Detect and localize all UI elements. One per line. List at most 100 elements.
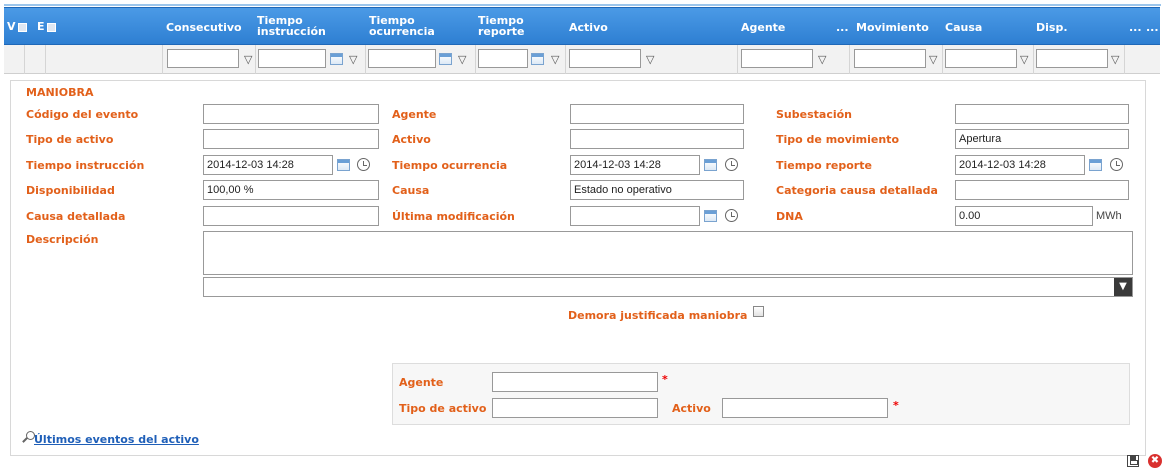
chevron-down-icon[interactable]: ▼ xyxy=(1114,278,1132,296)
calendar-icon[interactable] xyxy=(704,210,717,222)
column-divider xyxy=(1033,45,1034,74)
filter-icon[interactable]: ▽ xyxy=(646,53,654,66)
categoria-causa-label: Categoria causa detallada xyxy=(776,184,938,197)
column-divider xyxy=(737,45,738,74)
top-border xyxy=(0,0,1165,6)
column-consecutivo[interactable]: Consecutivo xyxy=(166,22,242,33)
checkbox-icon[interactable] xyxy=(46,22,56,32)
column-divider xyxy=(162,45,163,74)
filter-icon[interactable]: ▽ xyxy=(551,53,559,66)
disponibilidad-label: Disponibilidad xyxy=(26,184,115,197)
activo-label: Activo xyxy=(392,133,431,146)
column-activo[interactable]: Activo xyxy=(569,22,608,33)
demora-checkbox[interactable] xyxy=(753,306,764,317)
categoria-causa-input[interactable] xyxy=(955,180,1129,200)
causa-input[interactable]: Estado no operativo xyxy=(570,180,744,200)
demora-label: Demora justificada maniobra xyxy=(568,309,748,322)
subestacion-input[interactable] xyxy=(955,104,1129,124)
agente-input[interactable] xyxy=(570,104,744,124)
clock-icon[interactable] xyxy=(725,209,738,222)
calendar-icon[interactable] xyxy=(337,159,350,171)
calendar-icon[interactable] xyxy=(1089,159,1102,171)
filter-activo-input[interactable] xyxy=(569,49,641,68)
dna-input[interactable]: 0.00 xyxy=(955,206,1093,226)
codigo-evento-label: Código del evento xyxy=(26,108,139,121)
column-e[interactable]: E xyxy=(37,21,58,32)
filter-causa-input[interactable] xyxy=(945,49,1017,68)
calendar-icon[interactable] xyxy=(439,53,452,65)
dna-label: DNA xyxy=(776,210,803,223)
required-mark: * xyxy=(893,399,899,412)
calendar-icon[interactable] xyxy=(330,53,343,65)
calendar-icon[interactable] xyxy=(531,53,544,65)
causa-label: Causa xyxy=(392,184,430,197)
sub-activo-label: Activo xyxy=(672,402,711,415)
filter-disp-input[interactable] xyxy=(1036,49,1108,68)
tiempo-ocurrencia-label: Tiempo ocurrencia xyxy=(392,159,508,172)
column-divider xyxy=(255,45,256,74)
agente-label: Agente xyxy=(392,108,437,121)
column-divider xyxy=(849,45,850,74)
column-ellipsis-3[interactable]: ... xyxy=(1146,22,1159,33)
tiempo-reporte-label: Tiempo reporte xyxy=(776,159,872,172)
column-ellipsis-1[interactable]: ... xyxy=(836,22,849,33)
sub-agente-label: Agente xyxy=(399,376,444,389)
save-icon[interactable] xyxy=(1127,455,1139,467)
filter-icon[interactable]: ▽ xyxy=(1111,53,1119,66)
sub-tipo-activo-input[interactable] xyxy=(492,398,658,418)
causa-detallada-input[interactable] xyxy=(203,206,379,226)
tiempo-reporte-input[interactable]: 2014-12-03 14:28 xyxy=(955,155,1085,175)
column-tiempo-instruccion[interactable]: Tiempo instrucción xyxy=(257,15,347,37)
tiempo-ocurrencia-input[interactable]: 2014-12-03 14:28 xyxy=(570,155,700,175)
tiempo-instruccion-input[interactable]: 2014-12-03 14:28 xyxy=(203,155,333,175)
clock-icon[interactable] xyxy=(725,158,738,171)
calendar-icon[interactable] xyxy=(704,159,717,171)
descripcion-label: Descripción xyxy=(26,233,99,246)
column-v[interactable]: V xyxy=(7,21,29,32)
descripcion-combo[interactable]: ▼ xyxy=(203,277,1133,297)
tipo-activo-input[interactable] xyxy=(203,129,379,149)
column-tiempo-ocurrencia[interactable]: Tiempo ocurrencia xyxy=(369,15,449,37)
filter-consecutivo-input[interactable] xyxy=(167,49,239,68)
clock-icon[interactable] xyxy=(1110,158,1123,171)
ultima-modificacion-input[interactable] xyxy=(570,206,700,226)
column-agente[interactable]: Agente xyxy=(741,22,785,33)
tipo-movimiento-input[interactable]: Apertura xyxy=(955,129,1129,149)
filter-tiempo-reporte-input[interactable] xyxy=(478,49,528,68)
column-tiempo-reporte[interactable]: Tiempo reporte xyxy=(478,15,538,37)
checkbox-icon[interactable] xyxy=(17,22,27,32)
activo-input[interactable] xyxy=(570,129,744,149)
filter-icon[interactable]: ▽ xyxy=(929,53,937,66)
filter-movimiento-input[interactable] xyxy=(854,49,926,68)
filter-icon[interactable]: ▽ xyxy=(244,53,252,66)
disponibilidad-input[interactable]: 100,00 % xyxy=(203,180,379,200)
close-icon[interactable]: ✖ xyxy=(1148,454,1162,468)
sub-activo-input[interactable] xyxy=(722,398,888,418)
filter-row: ▽ ▽ ▽ ▽ ▽ ▽ ▽ ▽ ▽ xyxy=(4,45,1160,74)
column-ellipsis-2[interactable]: ... xyxy=(1129,22,1142,33)
filter-agente-input[interactable] xyxy=(741,49,813,68)
filter-icon[interactable]: ▽ xyxy=(1020,53,1028,66)
column-causa[interactable]: Causa xyxy=(945,22,982,33)
ultimos-eventos-link[interactable]: Últimos eventos del activo xyxy=(34,433,199,446)
filter-icon[interactable]: ▽ xyxy=(818,53,826,66)
column-movimiento[interactable]: Movimiento xyxy=(856,22,929,33)
tiempo-instruccion-label: Tiempo instrucción xyxy=(26,159,145,172)
column-v-label: V xyxy=(7,20,16,33)
section-title: MANIOBRA xyxy=(26,86,94,99)
filter-tiempo-ocurrencia-input[interactable] xyxy=(368,49,436,68)
filter-tiempo-instruccion-input[interactable] xyxy=(258,49,326,68)
clock-icon[interactable] xyxy=(357,158,370,171)
column-disp[interactable]: Disp. xyxy=(1036,22,1068,33)
descripcion-textarea[interactable] xyxy=(203,231,1133,275)
tipo-movimiento-label: Tipo de movimiento xyxy=(776,133,899,146)
required-mark: * xyxy=(662,373,668,386)
column-divider xyxy=(475,45,476,74)
column-divider xyxy=(365,45,366,74)
codigo-evento-input[interactable] xyxy=(203,104,379,124)
filter-icon[interactable]: ▽ xyxy=(458,53,466,66)
sub-tipo-activo-label: Tipo de activo xyxy=(399,402,487,415)
filter-icon[interactable]: ▽ xyxy=(349,53,357,66)
sub-agente-input[interactable] xyxy=(492,372,658,392)
column-divider xyxy=(45,45,46,74)
